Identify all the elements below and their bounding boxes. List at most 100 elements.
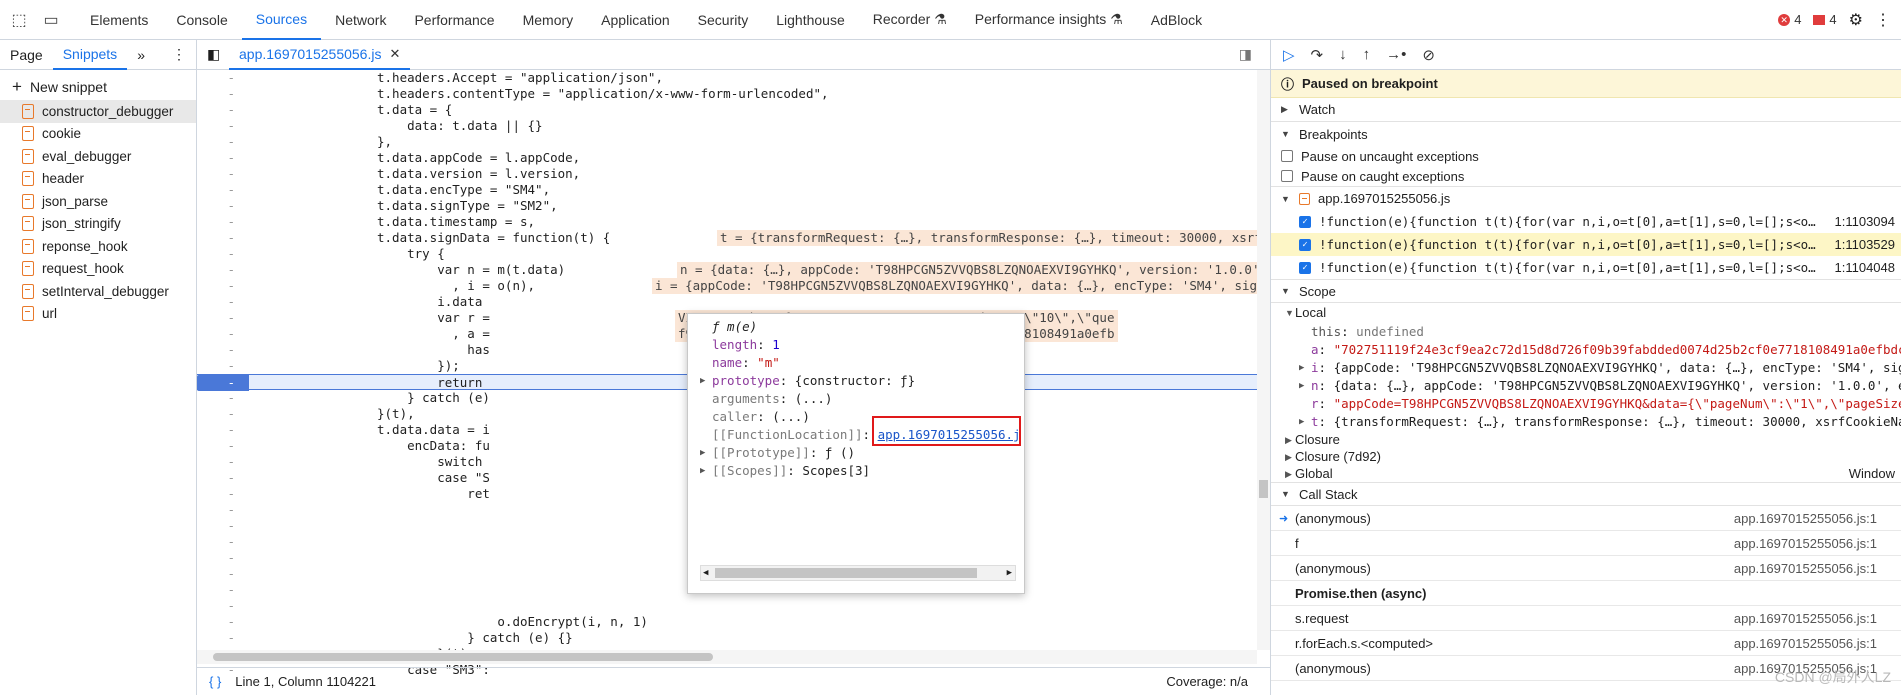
tab-performance-insights[interactable]: Performance insights ⚗ bbox=[961, 0, 1137, 40]
tab-security[interactable]: Security bbox=[684, 0, 763, 40]
close-icon[interactable]: ✕ bbox=[389, 46, 400, 62]
line-gutter-marker[interactable]: - bbox=[197, 598, 249, 614]
tab-recorder[interactable]: Recorder ⚗ bbox=[859, 0, 961, 40]
line-gutter-marker[interactable]: - bbox=[197, 470, 249, 486]
call-frame[interactable]: (anonymous) app.1697015255056.js:1 bbox=[1271, 556, 1901, 581]
pause-caught-checkbox[interactable]: Pause on caught exceptions bbox=[1271, 166, 1901, 186]
checkbox-icon[interactable]: ✓ bbox=[1299, 261, 1311, 274]
line-gutter-marker[interactable]: - bbox=[197, 438, 249, 454]
line-gutter-marker[interactable]: - bbox=[197, 454, 249, 470]
more-options-icon[interactable]: ⋮ bbox=[1875, 10, 1891, 30]
snippet-item[interactable]: header bbox=[0, 168, 196, 191]
chevron-right-icon[interactable]: ▶ bbox=[700, 462, 705, 480]
editor-horizontal-scrollbar[interactable] bbox=[197, 650, 1257, 664]
tab-sources[interactable]: Sources bbox=[241, 0, 322, 40]
more-options-icon[interactable]: ⋮ bbox=[162, 40, 196, 70]
line-gutter-marker[interactable]: - bbox=[197, 102, 249, 118]
line-gutter-marker[interactable]: - bbox=[197, 630, 249, 646]
closure-header[interactable]: ▶ Closure bbox=[1271, 431, 1901, 448]
scope-variable[interactable]: a: "702751119f24e3cf9ea2c72d15d8d726f09b… bbox=[1271, 341, 1901, 359]
snippet-item[interactable]: json_parse bbox=[0, 190, 196, 213]
chevron-right-icon[interactable]: ▶ bbox=[1299, 377, 1304, 395]
editor-tab-file[interactable]: app.1697015255056.js ✕ bbox=[229, 39, 411, 70]
gear-icon[interactable]: ⚙ bbox=[1849, 10, 1863, 30]
tab-elements[interactable]: Elements bbox=[76, 0, 162, 40]
tab-adblock[interactable]: AdBlock bbox=[1137, 0, 1216, 40]
line-gutter-marker[interactable]: - bbox=[197, 278, 249, 294]
scope-section-header[interactable]: ▼ Scope bbox=[1271, 279, 1901, 303]
scope-variable[interactable]: ▶ i: {appCode: 'T98HPCGN5ZVVQBS8LZQNOAEXV… bbox=[1271, 359, 1901, 377]
line-gutter-marker[interactable]: - bbox=[197, 70, 249, 86]
chevron-right-icon[interactable]: ▶ bbox=[700, 444, 705, 462]
scroll-thumb[interactable] bbox=[213, 653, 713, 661]
step-over-icon[interactable]: ↷ bbox=[1311, 46, 1324, 64]
line-gutter-marker[interactable]: - bbox=[197, 150, 249, 166]
snippet-item[interactable]: json_stringify bbox=[0, 213, 196, 236]
call-frame[interactable]: f app.1697015255056.js:1 bbox=[1271, 531, 1901, 556]
line-gutter-marker[interactable]: - bbox=[197, 534, 249, 550]
snippet-item[interactable]: constructor_debugger bbox=[0, 100, 196, 123]
more-tabs-icon[interactable]: » bbox=[127, 40, 155, 70]
breakpoint-row[interactable]: ✓ !function(e){function t(t){for(var n,i,… bbox=[1271, 256, 1901, 279]
breakpoints-section-header[interactable]: ▼ Breakpoints bbox=[1271, 122, 1901, 146]
popover-row[interactable]: ▶ prototype: {constructor: ƒ} bbox=[688, 372, 1024, 390]
popover-row[interactable]: ▶ [[Scopes]]: Scopes[3] bbox=[688, 462, 1024, 480]
breakpoint-file-header[interactable]: ▼ app.1697015255056.js bbox=[1271, 186, 1901, 210]
line-gutter-marker[interactable]: - bbox=[197, 582, 249, 598]
line-gutter-marker[interactable]: - bbox=[197, 566, 249, 582]
line-gutter-marker[interactable]: - bbox=[197, 406, 249, 422]
line-gutter-marker[interactable]: - bbox=[197, 342, 249, 358]
deactivate-breakpoints-icon[interactable]: ⊘ bbox=[1422, 46, 1435, 64]
issues-badge[interactable]: 4 bbox=[1813, 12, 1837, 27]
toggle-navigator-icon[interactable]: ◧ bbox=[207, 46, 220, 63]
call-frame[interactable]: Promise.then (async) bbox=[1271, 581, 1901, 606]
line-gutter-marker[interactable]: - bbox=[197, 614, 249, 630]
line-gutter-marker[interactable]: - bbox=[197, 182, 249, 198]
step-out-icon[interactable]: ↑ bbox=[1363, 46, 1371, 63]
scope-variable[interactable]: ▶ t: {transformRequest: {…}, transformRes… bbox=[1271, 413, 1901, 431]
callstack-section-header[interactable]: ▼ Call Stack bbox=[1271, 482, 1901, 506]
pause-uncaught-checkbox[interactable]: Pause on uncaught exceptions bbox=[1271, 146, 1901, 166]
line-gutter-marker[interactable]: - bbox=[197, 518, 249, 534]
tab-console[interactable]: Console bbox=[162, 0, 241, 40]
popover-scrollbar[interactable]: ◀ ▶ bbox=[700, 565, 1016, 581]
line-gutter-marker[interactable]: - bbox=[197, 358, 249, 374]
errors-badge[interactable]: ✕ 4 bbox=[1778, 12, 1801, 27]
line-gutter-marker[interactable]: - bbox=[197, 422, 249, 438]
tab-snippets[interactable]: Snippets bbox=[52, 40, 128, 70]
tab-network[interactable]: Network bbox=[321, 0, 400, 40]
call-frame[interactable]: ➜ (anonymous) app.1697015255056.js:1 bbox=[1271, 506, 1901, 531]
popover-row[interactable]: ▶ [[Prototype]]: ƒ () bbox=[688, 444, 1024, 462]
checkbox-icon[interactable]: ✓ bbox=[1299, 215, 1311, 228]
breakpoint-row[interactable]: ✓ !function(e){function t(t){for(var n,i,… bbox=[1271, 210, 1901, 233]
snippet-item[interactable]: url bbox=[0, 303, 196, 326]
line-gutter-marker[interactable]: - bbox=[197, 214, 249, 230]
chevron-right-icon[interactable]: ▶ bbox=[1299, 413, 1304, 431]
closure-7d92-header[interactable]: ▶ Closure (7d92) bbox=[1271, 448, 1901, 465]
line-gutter-marker[interactable]: - bbox=[197, 86, 249, 102]
chevron-right-icon[interactable]: ▶ bbox=[1299, 359, 1304, 377]
inspect-element-icon[interactable]: ⬚ bbox=[6, 7, 32, 33]
line-gutter-marker[interactable]: - bbox=[197, 118, 249, 134]
line-gutter-marker[interactable]: - bbox=[197, 326, 249, 342]
snippet-item[interactable]: request_hook bbox=[0, 258, 196, 281]
local-scope-header[interactable]: ▼ Local bbox=[1271, 303, 1901, 323]
scroll-thumb[interactable] bbox=[1259, 480, 1268, 498]
tab-memory[interactable]: Memory bbox=[509, 0, 588, 40]
scope-variable[interactable]: ▶ n: {data: {…}, appCode: 'T98HPCGN5ZVVQB… bbox=[1271, 377, 1901, 395]
line-gutter-marker[interactable]: - bbox=[197, 550, 249, 566]
call-frame[interactable]: s.request app.1697015255056.js:1 bbox=[1271, 606, 1901, 631]
line-gutter-marker[interactable]: - bbox=[197, 390, 249, 406]
line-gutter-marker[interactable]: - bbox=[197, 134, 249, 150]
resume-icon[interactable]: ▷ bbox=[1283, 46, 1295, 64]
editor-vertical-scrollbar[interactable] bbox=[1257, 70, 1270, 650]
step-into-icon[interactable]: ↓ bbox=[1339, 46, 1347, 63]
snippet-item[interactable]: eval_debugger bbox=[0, 145, 196, 168]
tab-performance[interactable]: Performance bbox=[400, 0, 508, 40]
line-gutter-marker[interactable]: - bbox=[197, 246, 249, 262]
scroll-right-icon[interactable]: ▶ bbox=[1007, 566, 1012, 580]
scroll-left-icon[interactable]: ◀ bbox=[703, 566, 708, 580]
chevron-right-icon[interactable]: ▶ bbox=[700, 372, 705, 390]
line-gutter-marker[interactable]: - bbox=[197, 262, 249, 278]
breakpoint-row[interactable]: ✓ !function(e){function t(t){for(var n,i,… bbox=[1271, 233, 1901, 256]
